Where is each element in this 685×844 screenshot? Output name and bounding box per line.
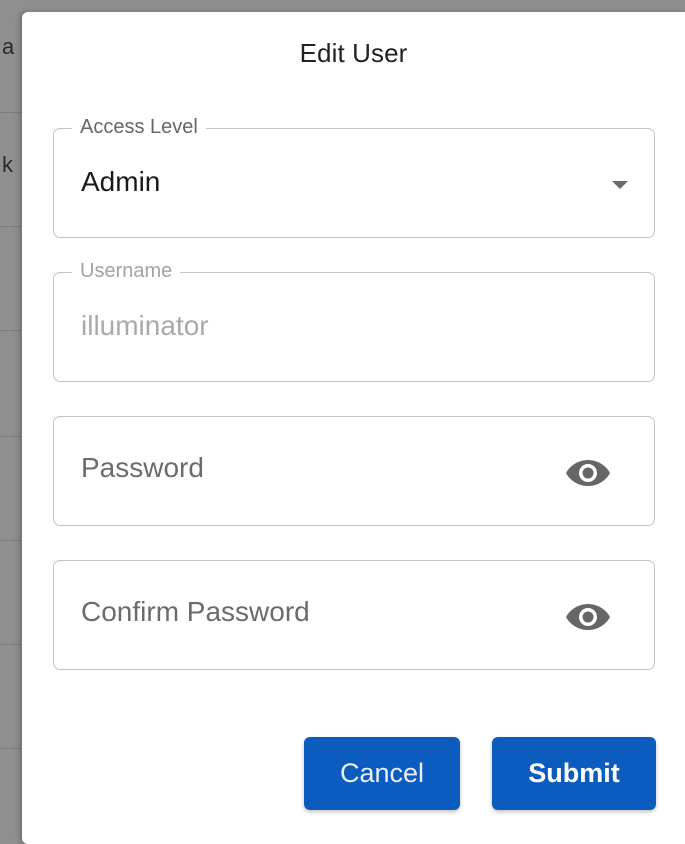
username-label: Username — [72, 259, 181, 283]
confirm-password-placeholder: Confirm Password — [81, 596, 310, 627]
background-text-fragment: k — [2, 152, 13, 177]
username-value: illuminator — [81, 310, 209, 341]
access-level-label: Access Level — [72, 115, 206, 139]
background-divider — [0, 644, 24, 645]
background-divider — [0, 330, 24, 331]
background-divider — [0, 748, 24, 749]
eye-icon[interactable] — [564, 601, 612, 633]
edit-user-dialog: Edit User Access Level Admin Username il… — [22, 12, 685, 844]
dialog-title: Edit User — [299, 38, 408, 68]
background-divider — [0, 436, 24, 437]
password-placeholder: Password — [81, 452, 204, 483]
submit-button[interactable]: Submit — [492, 737, 656, 810]
username-field: Username illuminator — [53, 259, 655, 382]
access-level-select[interactable]: Access Level Admin — [53, 115, 655, 238]
background-divider — [0, 226, 24, 227]
background-divider — [0, 112, 24, 113]
access-level-value: Admin — [81, 166, 161, 197]
password-field[interactable]: Password — [53, 416, 655, 526]
background-text-fragment: a — [2, 34, 15, 59]
cancel-button[interactable]: Cancel — [304, 737, 460, 810]
background-divider — [0, 540, 24, 541]
confirm-password-field[interactable]: Confirm Password — [53, 560, 655, 670]
arrow-drop-down-icon[interactable] — [612, 181, 628, 189]
eye-icon[interactable] — [564, 457, 612, 489]
